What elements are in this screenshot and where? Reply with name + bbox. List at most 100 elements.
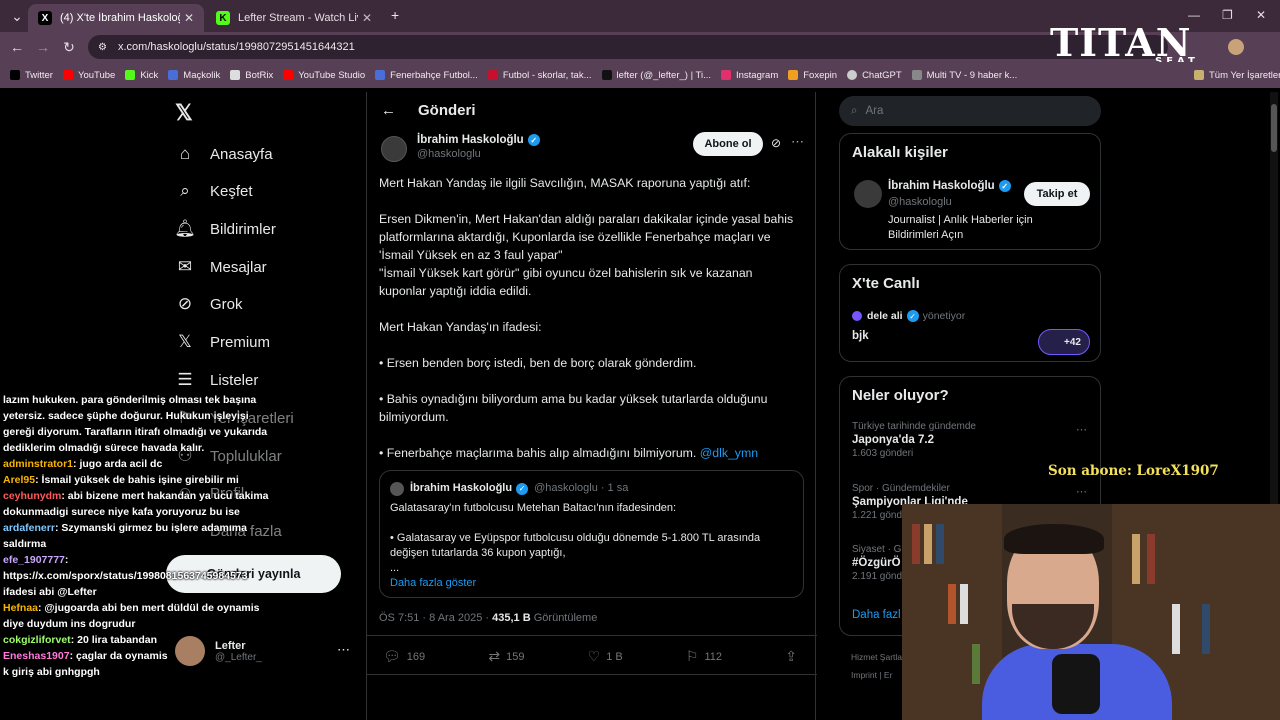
- verified-badge-icon: ✓: [527, 134, 540, 146]
- bookmark-multitv[interactable]: Multi TV - 9 haber k...: [911, 70, 1017, 81]
- bookmark-instagram[interactable]: Instagram: [721, 70, 778, 81]
- subscribe-button[interactable]: Abone ol: [693, 132, 763, 156]
- site-info-icon[interactable]: ⚙: [98, 42, 107, 53]
- x-logo-icon[interactable]: 𝕏: [175, 100, 193, 126]
- live-host[interactable]: dele ali ✓ yönetiyor: [852, 310, 965, 322]
- mention-link[interactable]: @dlk_ymn: [700, 446, 758, 460]
- new-tab-icon[interactable]: +: [391, 7, 399, 23]
- live-listeners[interactable]: +42: [1038, 329, 1090, 355]
- bookmark-kick[interactable]: Kick: [125, 70, 158, 81]
- reload-icon[interactable]: ↻: [56, 39, 82, 56]
- folder-icon: [1194, 70, 1204, 80]
- nav-explore[interactable]: ⌕ Keşfet: [175, 181, 252, 201]
- quote-time: 1 sa: [607, 482, 629, 494]
- bookmark-fenerbahce[interactable]: Fenerbahçe Futbol...: [375, 70, 478, 81]
- tab-search-icon[interactable]: ⌄: [4, 8, 30, 25]
- follow-button[interactable]: Takip et: [1024, 182, 1090, 206]
- tab-kick-stream[interactable]: K Lefter Stream - Watch Live on K ✕: [206, 4, 382, 32]
- bookmark-chatgpt[interactable]: ChatGPT: [847, 70, 902, 81]
- chat-message: lazım hukuken. para gönderilmiş olması t…: [3, 394, 268, 454]
- author-name[interactable]: İbrahim Haskoloğlu: [417, 134, 524, 146]
- post-line: Mert Hakan Yandaş'ın ifadesi:: [379, 320, 542, 334]
- post-author[interactable]: İbrahim Haskoloğlu ✓ @haskologlu: [381, 134, 540, 162]
- bookmark-tiktok[interactable]: lefter (@_lefter_) | Ti...: [601, 70, 711, 81]
- bookmark-twitter[interactable]: Twitter: [10, 70, 53, 81]
- forward-icon[interactable]: →: [30, 39, 56, 55]
- scrollbar-thumb[interactable]: [1271, 104, 1277, 152]
- trend-item[interactable]: Türkiye tarihinde gündemde Japonya'da 7.2…: [852, 421, 976, 459]
- x-favicon-icon: X: [38, 11, 52, 25]
- divider: [367, 674, 817, 675]
- section-title: Neler oluyor?: [852, 387, 949, 404]
- bookmark-botrix[interactable]: BotRix: [230, 70, 273, 81]
- more-dots-icon[interactable]: ⋯: [791, 134, 804, 150]
- mackolik-icon: [168, 70, 179, 80]
- book: [912, 524, 920, 564]
- person-name[interactable]: İbrahim Haskoloğlu: [888, 180, 995, 192]
- last-subscriber-label: Son abone: LoreX1907: [1048, 463, 1219, 479]
- all-bookmarks[interactable]: Tüm Yer İşaretleri: [1194, 70, 1280, 81]
- chat-message: cokgizliforvet: 20 lira tabandan: [3, 634, 158, 646]
- address-bar[interactable]: ⚙ x.com/haskologlu/status/19980729514516…: [88, 35, 1168, 59]
- bookmarks-bar: Twitter YouTube Kick Maçkolik BotRix You…: [0, 62, 1280, 88]
- nav-messages[interactable]: ✉ Mesajlar: [175, 257, 267, 277]
- book: [1172, 604, 1180, 654]
- bookmark-youtube[interactable]: YouTube: [62, 70, 115, 81]
- foxepin-icon: [788, 70, 799, 80]
- nav-home[interactable]: ⌂ Anasayfa: [175, 144, 273, 164]
- mail-icon: ✉: [177, 257, 193, 276]
- post-text: Mert Hakan Yandaş ile ilgili Savcılığın,…: [379, 174, 799, 462]
- post-time[interactable]: ÖS 7:51 · 8 Ara 2025 ·: [379, 612, 489, 624]
- avatar[interactable]: [854, 180, 882, 208]
- repost-button[interactable]: ⇄ 159: [488, 648, 524, 665]
- book: [936, 524, 944, 564]
- profile-avatar[interactable]: [1228, 39, 1244, 55]
- nav-premium[interactable]: 𝕏 Premium: [175, 332, 270, 352]
- post-line: Ersen Dikmen'in, Mert Hakan'dan aldığı p…: [379, 212, 794, 262]
- bookmark-futbol[interactable]: Futbol - skorlar, tak...: [487, 70, 592, 81]
- book: [1132, 534, 1140, 584]
- more-dots-icon[interactable]: ⋯: [337, 642, 350, 658]
- bookmark-button[interactable]: ⚐ 112: [686, 648, 722, 665]
- tab-x-post[interactable]: X (4) X'te İbrahim Haskoloğlu: "M ✕: [28, 4, 204, 32]
- footer-link[interactable]: Imprint | Er: [851, 670, 892, 680]
- quote-handle: @haskologlu: [534, 482, 598, 494]
- nav-notifications[interactable]: 🔔︎ Bildirimler: [174, 219, 276, 239]
- like-button[interactable]: ♡ 1 B: [588, 648, 623, 665]
- show-more-link[interactable]: Daha fazl: [852, 609, 901, 621]
- quoted-post[interactable]: İbrahim Haskoloğlu ✓ @haskologlu · 1 sa …: [379, 470, 804, 598]
- show-more-link[interactable]: Daha fazla göster: [390, 576, 793, 591]
- bookmark-mackolik[interactable]: Maçkolik: [168, 70, 220, 81]
- author-handle[interactable]: @haskologlu: [417, 148, 540, 160]
- search-placeholder: Ara: [865, 105, 884, 117]
- bookmark-youtube-studio[interactable]: YouTube Studio: [283, 70, 365, 81]
- back-icon[interactable]: ←: [4, 39, 30, 55]
- share-button[interactable]: ⇪: [785, 648, 803, 665]
- chat-message: ardafenerr: Szymanski girmez bu işlere a…: [3, 522, 247, 550]
- chat-message: k giriş abi gnhgpgh: [3, 666, 100, 678]
- avatar[interactable]: [381, 136, 407, 162]
- section-title: Alakalı kişiler: [852, 144, 948, 161]
- more-dots-icon[interactable]: ⋯: [1076, 423, 1087, 436]
- nav-lists[interactable]: ☰ Listeler: [175, 370, 258, 390]
- repost-icon: ⇄: [488, 648, 501, 664]
- search-input[interactable]: ⌕ Ara: [839, 96, 1101, 126]
- post-line: "İsmail Yüksek kart görür" gibi oyuncu ö…: [379, 266, 753, 298]
- youtube-studio-icon: [283, 70, 294, 80]
- window-close-icon[interactable]: ✕: [1256, 8, 1266, 22]
- reply-button[interactable]: 💬︎ 169: [383, 648, 425, 665]
- nav-grok[interactable]: ⊘ Grok: [175, 294, 243, 314]
- quote-text: • Galatasaray ve Eyüpspor futbolcusu old…: [390, 532, 761, 559]
- more-dots-icon[interactable]: ⋯: [1076, 485, 1087, 498]
- maximize-icon[interactable]: ❐: [1222, 8, 1233, 22]
- live-panel: X'te Canlı dele ali ✓ yönetiyor bjk +42: [839, 264, 1101, 362]
- footer-link[interactable]: Hizmet Şartla: [851, 652, 902, 662]
- back-arrow-icon[interactable]: ←: [381, 102, 396, 119]
- close-tab-icon[interactable]: ✕: [184, 11, 194, 25]
- bookmark-foxepin[interactable]: Foxepin: [788, 70, 837, 81]
- post-line: [379, 372, 799, 390]
- tiktok-icon: [601, 70, 612, 80]
- live-topic[interactable]: bjk: [852, 330, 869, 342]
- grok-icon[interactable]: ⊘: [771, 136, 781, 150]
- close-tab-icon[interactable]: ✕: [362, 11, 372, 25]
